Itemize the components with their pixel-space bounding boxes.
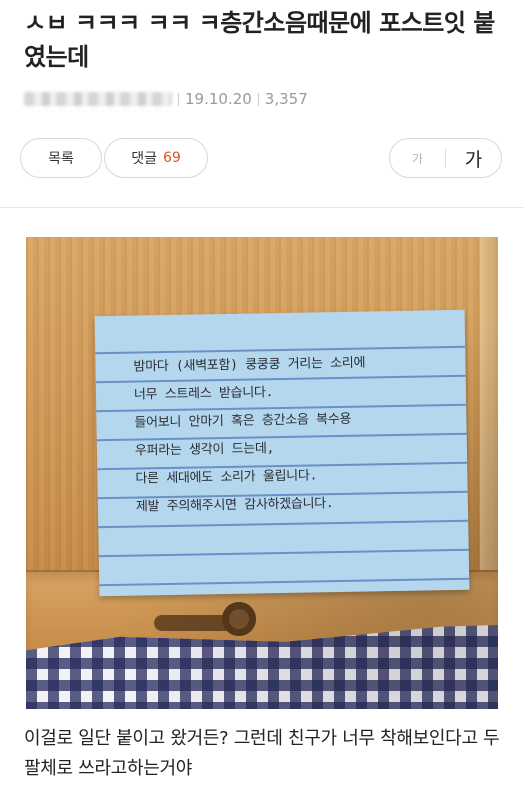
- note-line: 우퍼라는 생각이 드는데,: [134, 441, 275, 459]
- sticky-note: 밤마다 (새벽포함) 쿵쿵쿵 거리는 소리에 너무 스트레스 받습니다. 들어보…: [94, 309, 470, 597]
- view-count: 3,357: [264, 90, 308, 108]
- font-decrease-button[interactable]: 가: [390, 139, 445, 177]
- font-small-glyph: 가: [411, 151, 424, 166]
- note-line: 밤마다 (새벽포함) 쿵쿵쿵 거리는 소리에: [133, 355, 366, 375]
- post-meta: 19.10.20 3,357: [24, 88, 308, 110]
- list-button-label: 목록: [48, 151, 74, 167]
- meta-separator: [257, 92, 259, 106]
- post-title: ㅅㅂ ㅋㅋㅋ ㅋㅋ ㅋ층간소음때문에 포스트잇 붙였는데: [24, 9, 495, 71]
- post-body-text: 이걸로 일단 붙이고 왔거든? 그런데 친구가 너무 착해보인다고 두팔체로 쓰…: [24, 728, 500, 779]
- list-button[interactable]: 목록: [20, 138, 102, 178]
- section-divider: [0, 207, 524, 208]
- comment-button[interactable]: 댓글 69: [104, 138, 208, 178]
- note-line: 들어보니 안마기 혹은 층간소음 복수용: [134, 411, 352, 431]
- note-line: 너무 스트레스 받습니다.: [133, 385, 274, 403]
- author-nickname-blurred: [24, 92, 172, 106]
- comment-count: 69: [162, 150, 181, 166]
- font-large-glyph: 가: [464, 148, 483, 171]
- font-size-control: 가 가: [389, 138, 502, 178]
- note-line: 다른 세대에도 소리가 울립니다.: [135, 468, 318, 487]
- note-line: 제발 주의해주시면 감사하겠습니다.: [135, 496, 334, 515]
- post-date: 19.10.20: [185, 90, 252, 108]
- font-increase-button[interactable]: 가: [446, 139, 501, 177]
- meta-separator: [178, 92, 179, 106]
- comment-button-label: 댓글: [131, 151, 157, 167]
